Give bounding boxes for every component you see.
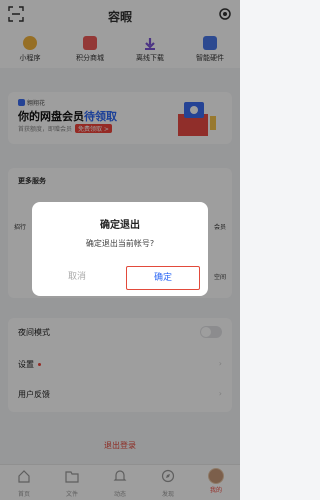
confirm-button[interactable]: 确定 <box>126 266 200 290</box>
logout-confirm-dialog: 确定退出 确定退出当前帐号? 取消 确定 <box>32 202 208 296</box>
cancel-button[interactable]: 取消 <box>40 266 114 288</box>
dialog-title: 确定退出 <box>100 220 140 231</box>
dialog-message: 确定退出当前帐号? <box>85 239 155 248</box>
